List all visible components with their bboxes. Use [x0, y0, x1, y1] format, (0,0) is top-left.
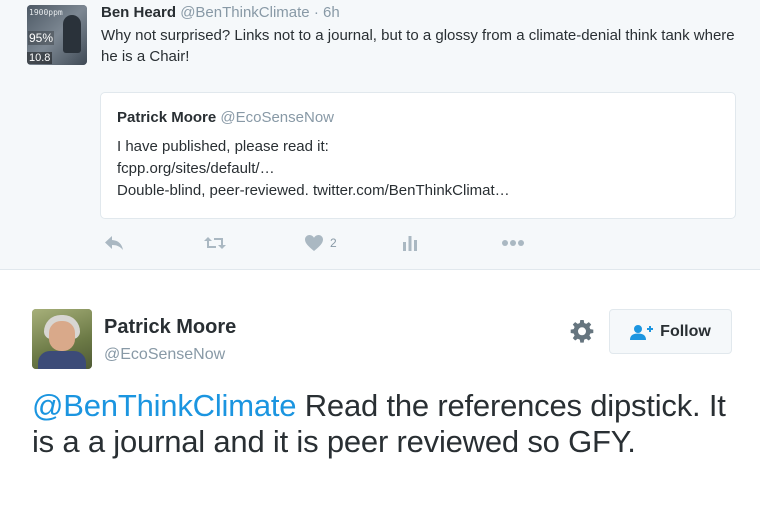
- quoted-text-line: fcpp.org/sites/default/…: [117, 160, 275, 177]
- analytics-icon: [403, 236, 417, 251]
- follow-button[interactable]: Follow: [609, 309, 732, 354]
- tweet-time[interactable]: 6h: [323, 4, 340, 21]
- quoted-author-name: Patrick Moore: [117, 109, 217, 126]
- quoted-text-line: Double-blind, peer-reviewed. twitter.com…: [117, 182, 510, 199]
- quoted-tweet-header: Patrick Moore @EcoSenseNow: [117, 109, 334, 126]
- reply-icon: [105, 236, 123, 250]
- avatar-label-top: 1900ppm: [29, 8, 63, 17]
- avatar-label-number: 10.8: [27, 52, 53, 64]
- avatar-person: [63, 15, 81, 53]
- analytics-button[interactable]: [402, 230, 418, 256]
- avatar-face: [49, 321, 75, 351]
- retweet-icon: [204, 237, 226, 249]
- avatar-label-percent: 95%: [28, 31, 55, 45]
- parent-tweet[interactable]: 1900ppm 95% 10.8 Ben Heard @BenThinkClim…: [0, 0, 760, 270]
- more-icon: [502, 240, 524, 246]
- gear-icon: [570, 320, 594, 343]
- author-handle[interactable]: @BenThinkClimate: [180, 4, 309, 21]
- author-name[interactable]: Patrick Moore: [104, 316, 236, 339]
- retweet-button[interactable]: [203, 230, 227, 256]
- avatar-shirt: [38, 351, 86, 369]
- avatar[interactable]: 1900ppm 95% 10.8: [27, 5, 87, 65]
- like-button[interactable]: 2: [304, 230, 337, 256]
- quoted-text-line: I have published, please read it:: [117, 138, 329, 155]
- quoted-tweet[interactable]: Patrick Moore @EcoSenseNow I have publis…: [100, 92, 736, 219]
- settings-button[interactable]: [570, 319, 594, 343]
- follow-label: Follow: [660, 322, 711, 340]
- add-user-icon: [630, 324, 654, 340]
- tweet-actions: 2: [0, 230, 760, 256]
- heart-icon: [305, 235, 323, 251]
- more-button[interactable]: [501, 230, 525, 256]
- author-name[interactable]: Ben Heard: [101, 4, 176, 21]
- author-handle[interactable]: @EcoSenseNow: [104, 346, 225, 364]
- reply-button[interactable]: [103, 230, 125, 256]
- mention-link[interactable]: @BenThinkClimate: [32, 388, 297, 423]
- quoted-author-handle: @EcoSenseNow: [220, 109, 334, 126]
- tweet-text: @BenThinkClimate Read the references dip…: [32, 388, 752, 460]
- tweet-text: Why not surprised? Links not to a journa…: [101, 27, 735, 65]
- tweet-header: Ben Heard @BenThinkClimate · 6h: [101, 4, 340, 21]
- avatar[interactable]: [32, 309, 92, 369]
- like-count: 2: [330, 236, 337, 250]
- separator: ·: [313, 4, 319, 21]
